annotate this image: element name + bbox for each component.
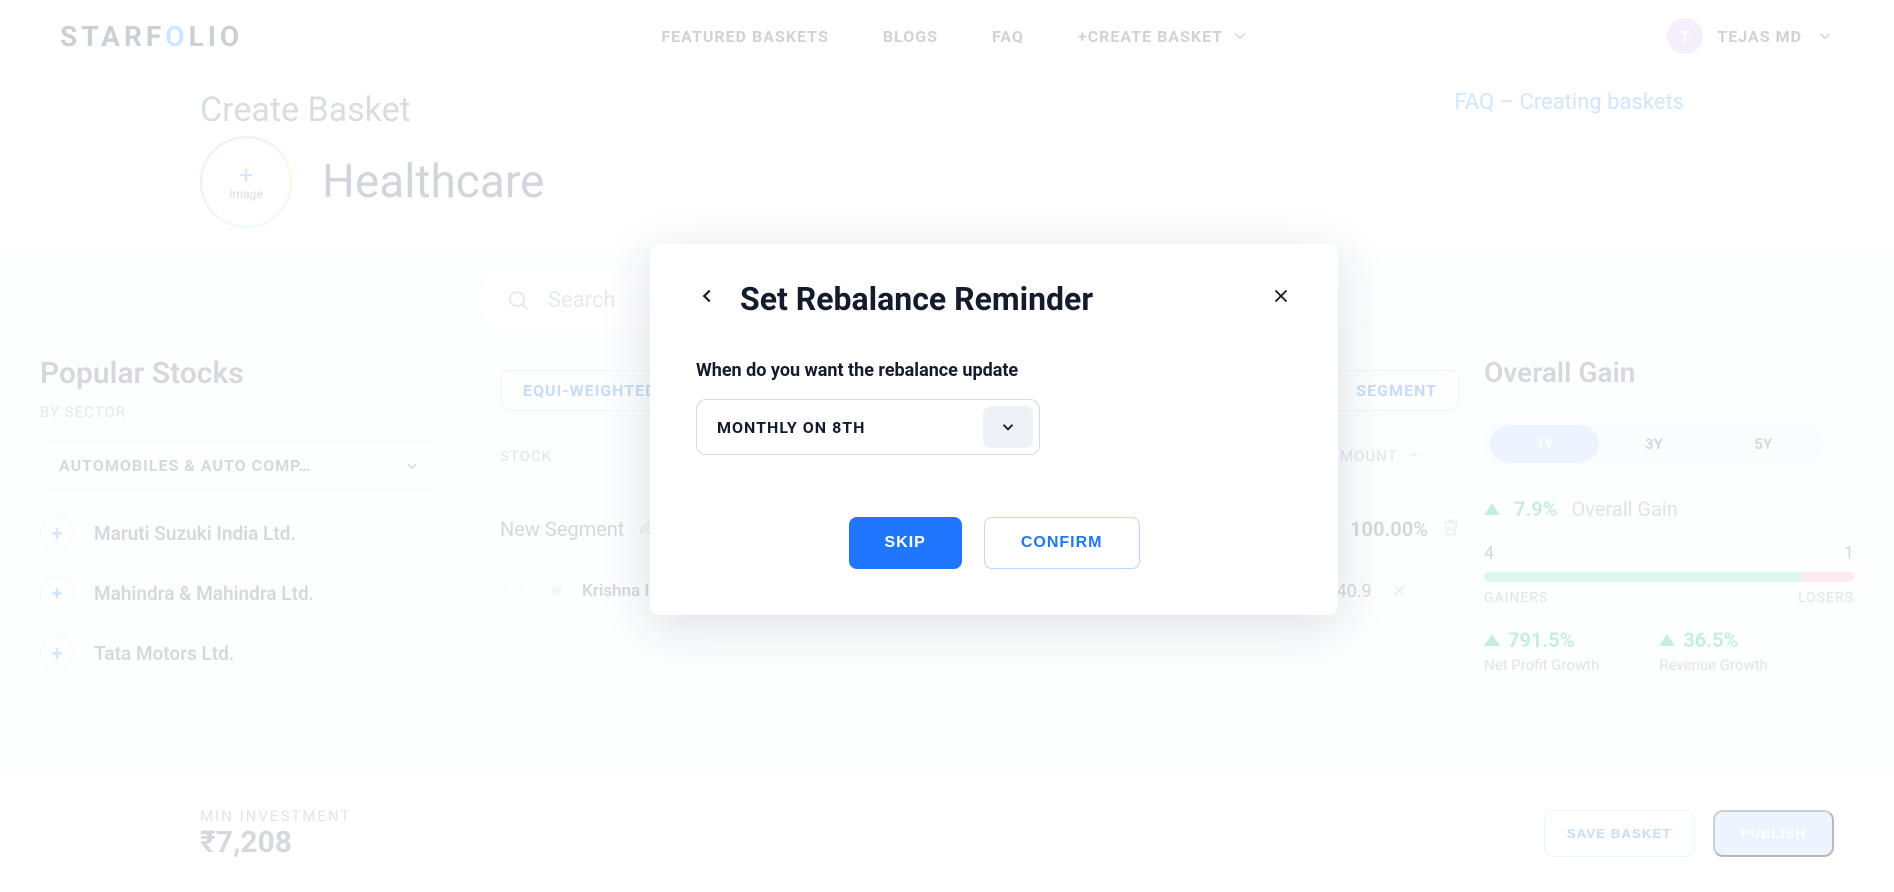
chevron-down-icon[interactable]	[983, 406, 1033, 448]
back-icon[interactable]	[696, 284, 718, 314]
frequency-value: MONTHLY ON 8TH	[697, 418, 983, 437]
skip-button[interactable]: SKIP	[849, 517, 962, 569]
close-icon[interactable]	[1270, 284, 1292, 314]
confirm-button[interactable]: CONFIRM	[984, 517, 1140, 569]
frequency-select[interactable]: MONTHLY ON 8TH	[696, 399, 1040, 455]
modal-title: Set Rebalance Reminder	[740, 280, 1093, 318]
modal-subtitle: When do you want the rebalance update	[696, 360, 1292, 381]
rebalance-reminder-modal: Set Rebalance Reminder When do you want …	[650, 244, 1338, 615]
